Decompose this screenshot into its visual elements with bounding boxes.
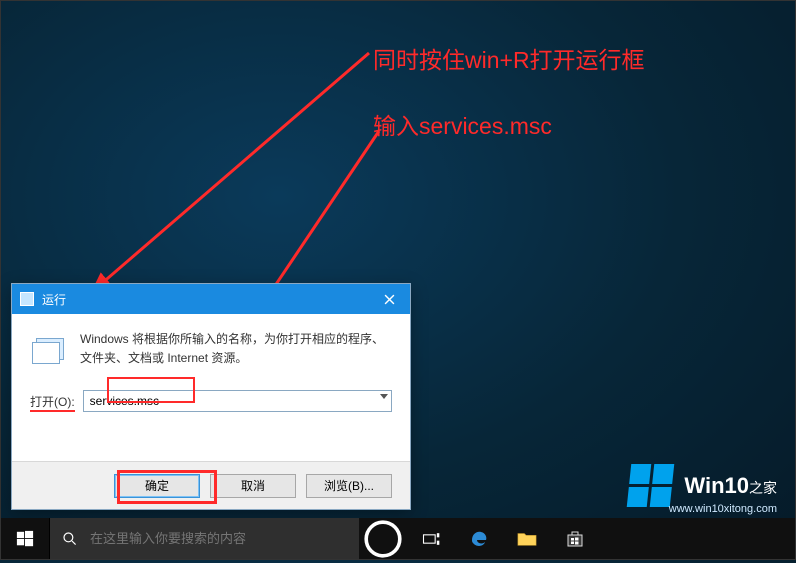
taskview-button[interactable] (407, 518, 455, 559)
cortana-icon (359, 515, 407, 563)
search-icon (50, 531, 90, 547)
ok-button[interactable]: 确定 (114, 474, 200, 498)
watermark-url: www.win10xitong.com (669, 503, 777, 515)
annotation-winr: 同时按住win+R打开运行框 (373, 41, 645, 75)
folder-icon (517, 529, 537, 549)
run-title-icon (20, 292, 34, 306)
watermark-brand-sub: 之家 (749, 480, 777, 496)
edge-icon (469, 529, 489, 549)
windows-logo-icon (627, 464, 675, 507)
open-input[interactable] (83, 390, 392, 412)
explorer-button[interactable] (503, 518, 551, 559)
edge-button[interactable] (455, 518, 503, 559)
run-titlebar[interactable]: 运行 (12, 284, 410, 314)
cortana-button[interactable] (359, 518, 407, 559)
annotation-typemsc: 输入services.msc (373, 107, 552, 141)
search-input[interactable] (90, 531, 359, 546)
close-button[interactable] (368, 284, 410, 314)
taskbar (1, 518, 795, 559)
watermark: Win10之家 (629, 464, 777, 507)
cancel-button[interactable]: 取消 (210, 474, 296, 498)
store-icon (565, 529, 585, 549)
run-app-icon (30, 336, 66, 368)
store-button[interactable] (551, 518, 599, 559)
run-title: 运行 (42, 291, 66, 308)
start-button[interactable] (1, 518, 49, 559)
close-icon (384, 294, 395, 305)
chevron-down-icon[interactable] (380, 394, 388, 399)
run-button-row: 确定 取消 浏览(B)... (12, 461, 410, 509)
taskbar-search[interactable] (49, 518, 359, 559)
windows-icon (16, 530, 34, 548)
watermark-brand: Win10 (684, 473, 749, 498)
taskview-icon (421, 529, 441, 549)
browse-button[interactable]: 浏览(B)... (306, 474, 392, 498)
run-dialog: 运行 Windows 将根据你所输入的名称，为你打开相应的程序、文件夹、文档或 … (11, 283, 411, 510)
open-label: 打开(O): (30, 393, 75, 410)
run-description: Windows 将根据你所输入的名称，为你打开相应的程序、文件夹、文档或 Int… (80, 330, 392, 368)
